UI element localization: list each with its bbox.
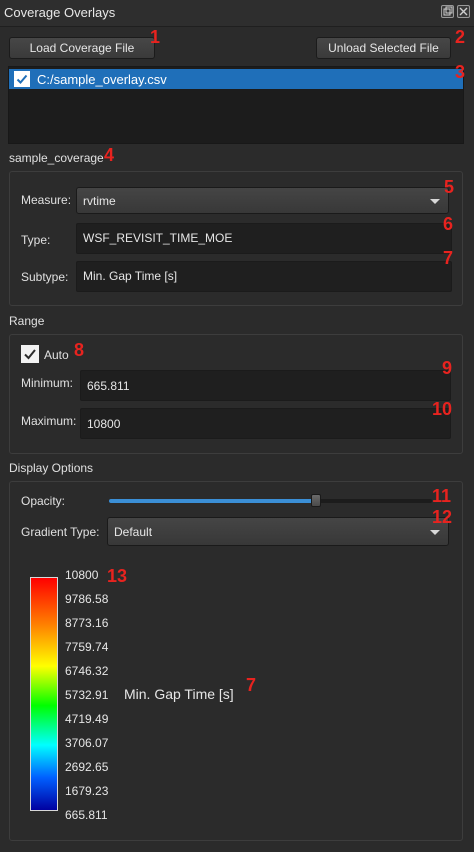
- legend-tick-label: 6746.32: [65, 664, 109, 678]
- chevron-down-icon: [430, 199, 440, 204]
- legend-tick-label: 4719.49: [65, 712, 109, 726]
- legend-tick-label: 3706.07: [65, 736, 109, 750]
- annotation-3: 3: [455, 62, 466, 82]
- minimum-input[interactable]: 665.811: [80, 370, 451, 401]
- subtype-label: Subtype:: [21, 270, 69, 284]
- opacity-label: Opacity:: [21, 494, 66, 508]
- close-icon-glyph: [459, 7, 468, 16]
- legend-tick-label: 665.811: [65, 808, 108, 822]
- minimum-label: Minimum:: [21, 376, 74, 390]
- legend-tick-label: 5732.91: [65, 688, 109, 702]
- float-icon-glyph: [443, 6, 453, 16]
- legend-tick-label: 10800: [65, 568, 99, 582]
- annotation-4: 4: [104, 145, 115, 165]
- annotation-7-legend: 7: [246, 675, 257, 695]
- annotation-13: 13: [107, 566, 128, 586]
- annotation-2: 2: [455, 27, 466, 47]
- coverage-file-list[interactable]: C:/sample_overlay.csv: [8, 66, 464, 144]
- unload-selected-file-button[interactable]: Unload Selected File: [316, 37, 451, 59]
- type-field: WSF_REVISIT_TIME_MOE: [76, 223, 452, 254]
- auto-checkbox[interactable]: [21, 345, 39, 363]
- maximum-label: Maximum:: [21, 414, 77, 428]
- gradient-type-value: Default: [114, 525, 153, 539]
- load-coverage-file-button[interactable]: Load Coverage File: [9, 37, 155, 59]
- measure-label: Measure:: [21, 193, 72, 207]
- legend-tick-label: 8773.16: [65, 616, 109, 630]
- legend-caption: Min. Gap Time [s]: [124, 686, 234, 702]
- annotation-10: 10: [432, 399, 453, 419]
- legend-tick-label: 7759.74: [65, 640, 109, 654]
- annotation-12: 12: [432, 507, 453, 527]
- gradient-type-label: Gradient Type:: [21, 525, 100, 539]
- annotation-7: 7: [443, 248, 454, 268]
- type-label: Type:: [21, 233, 51, 247]
- annotation-11: 11: [432, 486, 452, 506]
- annotation-1: 1: [150, 27, 161, 47]
- chevron-down-icon: [430, 530, 440, 535]
- close-icon[interactable]: [457, 5, 470, 18]
- measure-select[interactable]: rvtime: [76, 187, 449, 214]
- window-title: Coverage Overlays: [4, 5, 116, 20]
- file-checkbox[interactable]: [14, 71, 30, 87]
- measure-value: rvtime: [83, 194, 116, 208]
- coverage-name: sample_coverage: [9, 151, 104, 165]
- subtype-field: Min. Gap Time [s]: [76, 261, 452, 292]
- checkmark-icon: [16, 74, 28, 84]
- annotation-5: 5: [444, 177, 455, 197]
- gradient-type-select[interactable]: Default: [107, 517, 449, 546]
- legend-tick-label: 9786.58: [65, 592, 109, 606]
- file-path: C:/sample_overlay.csv: [37, 72, 167, 87]
- annotation-8: 8: [74, 340, 85, 360]
- maximum-input[interactable]: 10800: [80, 408, 451, 439]
- range-title: Range: [9, 314, 45, 328]
- checkmark-icon: [24, 349, 36, 360]
- legend-tick-label: 1679.23: [65, 784, 109, 798]
- list-item[interactable]: C:/sample_overlay.csv: [9, 69, 463, 89]
- annotation-9: 9: [442, 358, 453, 378]
- legend-tick-label: 2692.65: [65, 760, 109, 774]
- float-icon[interactable]: [441, 5, 454, 18]
- opacity-slider-handle[interactable]: [311, 494, 321, 507]
- annotation-6: 6: [443, 214, 454, 234]
- opacity-slider-track[interactable]: [109, 494, 432, 507]
- auto-label: Auto: [44, 348, 69, 362]
- gradient-color-bar: [30, 577, 58, 811]
- opacity-slider-fill: [109, 499, 316, 503]
- display-options-title: Display Options: [9, 461, 94, 475]
